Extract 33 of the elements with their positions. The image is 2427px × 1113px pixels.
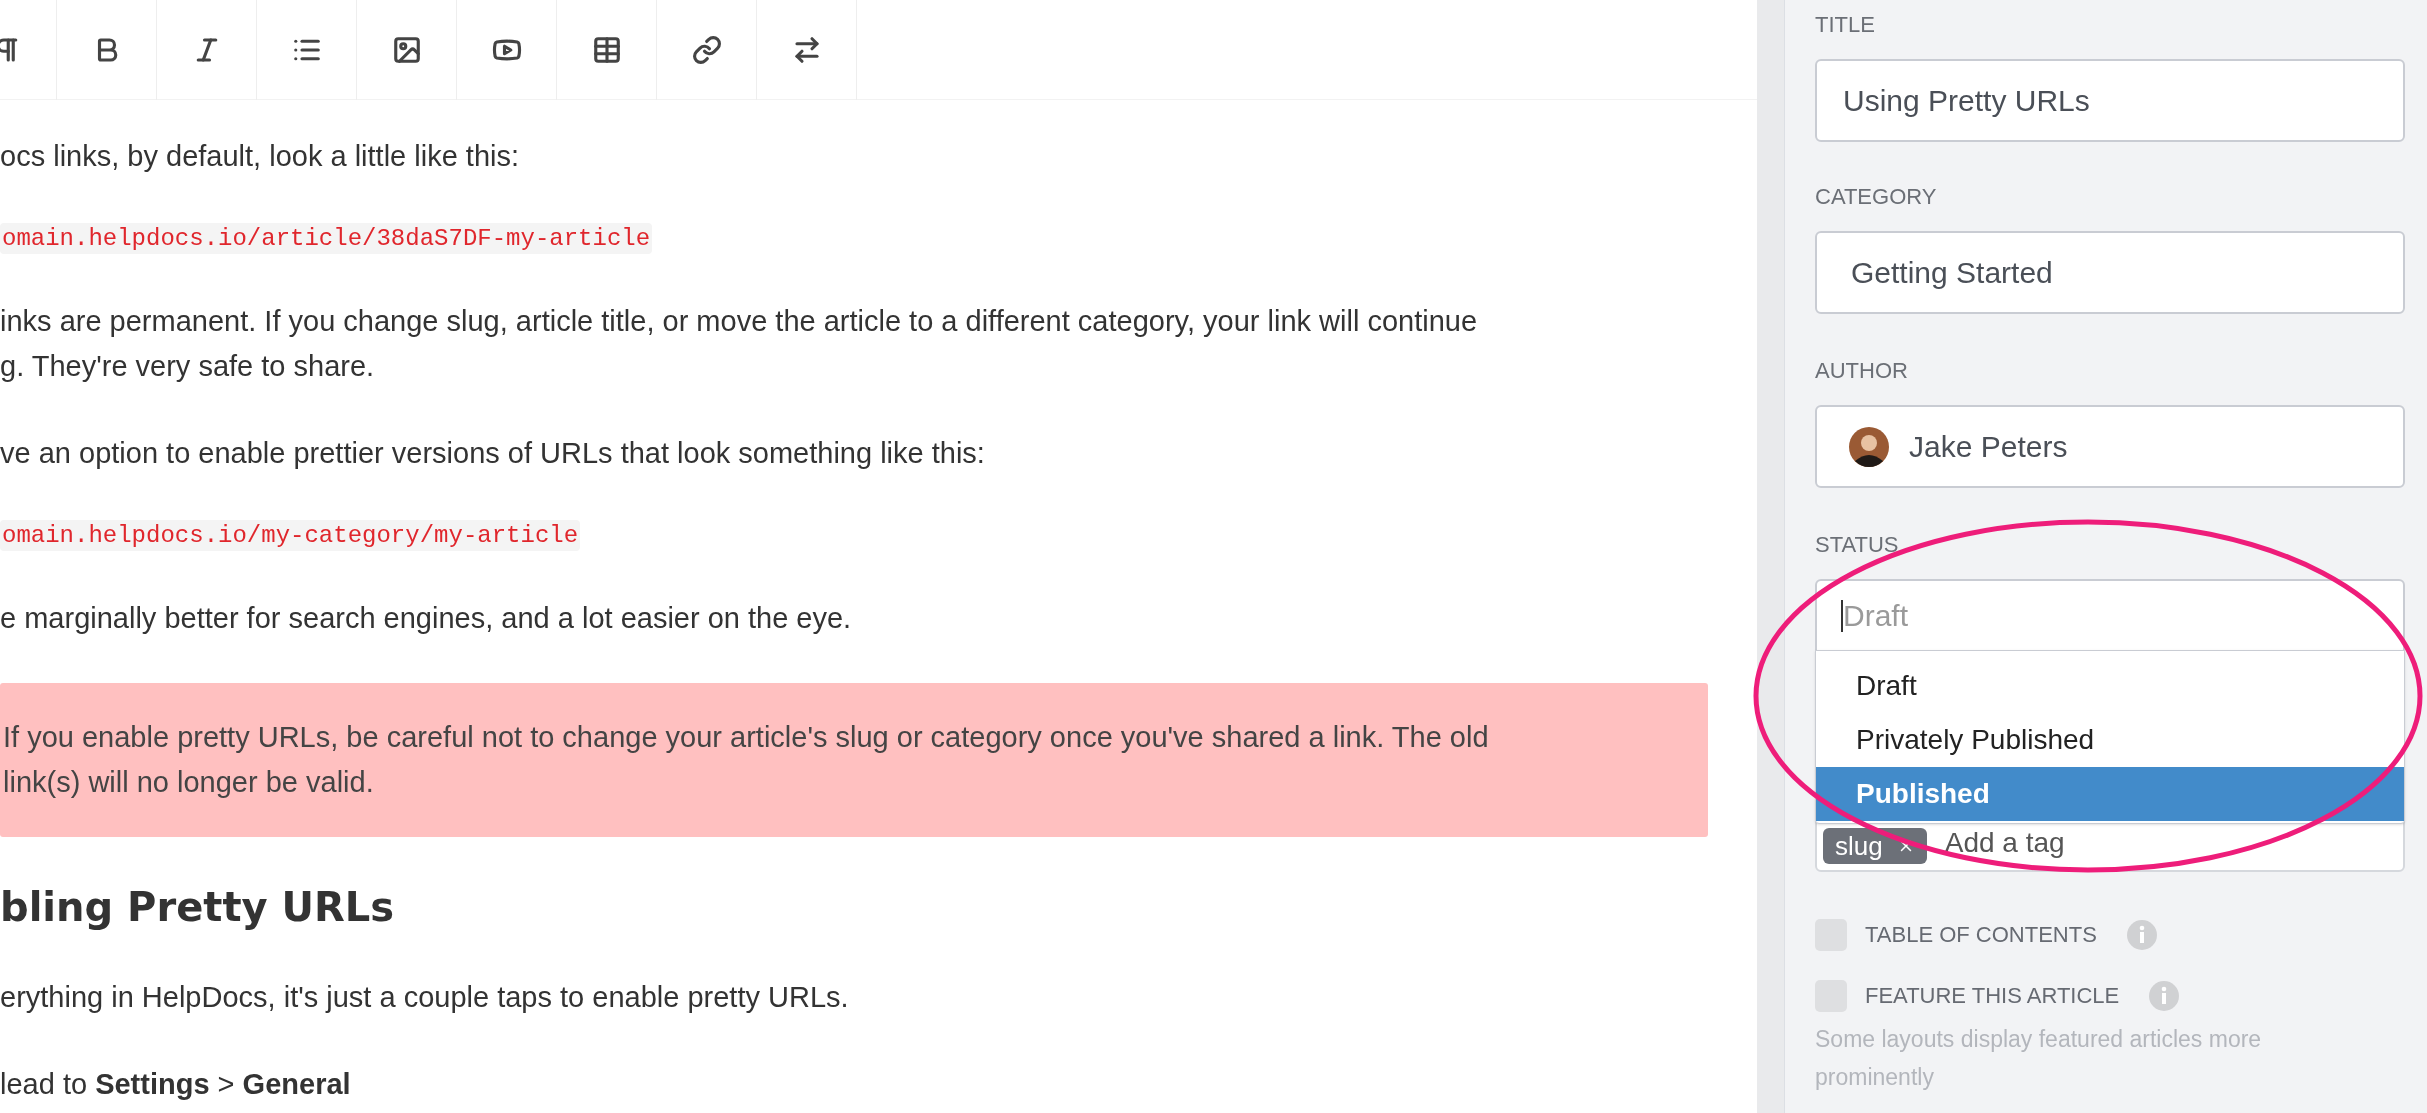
code-snippet: omain.helpdocs.io/article/38daS7DF-my-article bbox=[0, 223, 653, 254]
paragraph: erything in HelpDocs, it's just a couple taps to enable pretty URLs. bbox=[0, 980, 850, 1015]
code-snippet: omain.helpdocs.io/my-category/my-article bbox=[0, 520, 581, 551]
title-value: Using Pretty URLs bbox=[1843, 83, 2090, 119]
field-label: TITLE bbox=[1815, 11, 1876, 39]
paragraph: inks are permanent. If you change slug, article title, or move the article to a different category, your link will continue g. They're very safe to share. bbox=[0, 304, 1479, 384]
warning-text: If you enable pretty URLs, be careful not to change your article's slug or category once you've shared a link. The old link(s) will no longer be valid. bbox=[3, 720, 1490, 800]
paragraph: lead to Settings > General bbox=[0, 1067, 352, 1102]
link-icon bbox=[691, 35, 722, 65]
dropdown-option[interactable]: Draft bbox=[1816, 659, 2404, 713]
section-heading: bling Pretty URLs bbox=[0, 883, 396, 932]
dropdown-option[interactable]: Published bbox=[1816, 767, 2404, 821]
author-field[interactable]: Jake Peters bbox=[1815, 405, 2405, 488]
dropdown-option[interactable]: Privately Published bbox=[1816, 713, 2404, 767]
help-text: Some layouts display featured articles more prominently bbox=[1815, 1025, 2263, 1092]
paragraph: e marginally better for search engines, and a lot easier on the eye. bbox=[0, 601, 853, 636]
tag-chip: slug bbox=[1823, 828, 1927, 864]
tag-placeholder: Add a tag bbox=[1944, 826, 2065, 860]
field-label: STATUS bbox=[1815, 531, 1900, 559]
paragraph: ve an option to enable prettier versions of URLs that look something like this: bbox=[0, 436, 986, 471]
title-field[interactable]: Using Pretty URLs bbox=[1815, 59, 2405, 142]
table-icon bbox=[591, 35, 622, 65]
category-value: Getting Started bbox=[1851, 255, 2053, 291]
author-name: Jake Peters bbox=[1909, 429, 2068, 465]
status-placeholder: Draft bbox=[1843, 598, 1908, 634]
paragraph: ocs links, by default, look a little like this: bbox=[0, 139, 520, 174]
checkbox-label: TABLE OF CONTENTS bbox=[1865, 921, 2097, 949]
image-icon bbox=[391, 35, 422, 65]
checkbox-label: FEATURE THIS ARTICLE bbox=[1865, 982, 2120, 1010]
category-field[interactable]: Getting Started bbox=[1815, 231, 2405, 314]
field-label: AUTHOR bbox=[1815, 357, 1909, 385]
avatar-icon bbox=[1849, 426, 1889, 467]
field-label: CATEGORY bbox=[1815, 183, 1938, 211]
